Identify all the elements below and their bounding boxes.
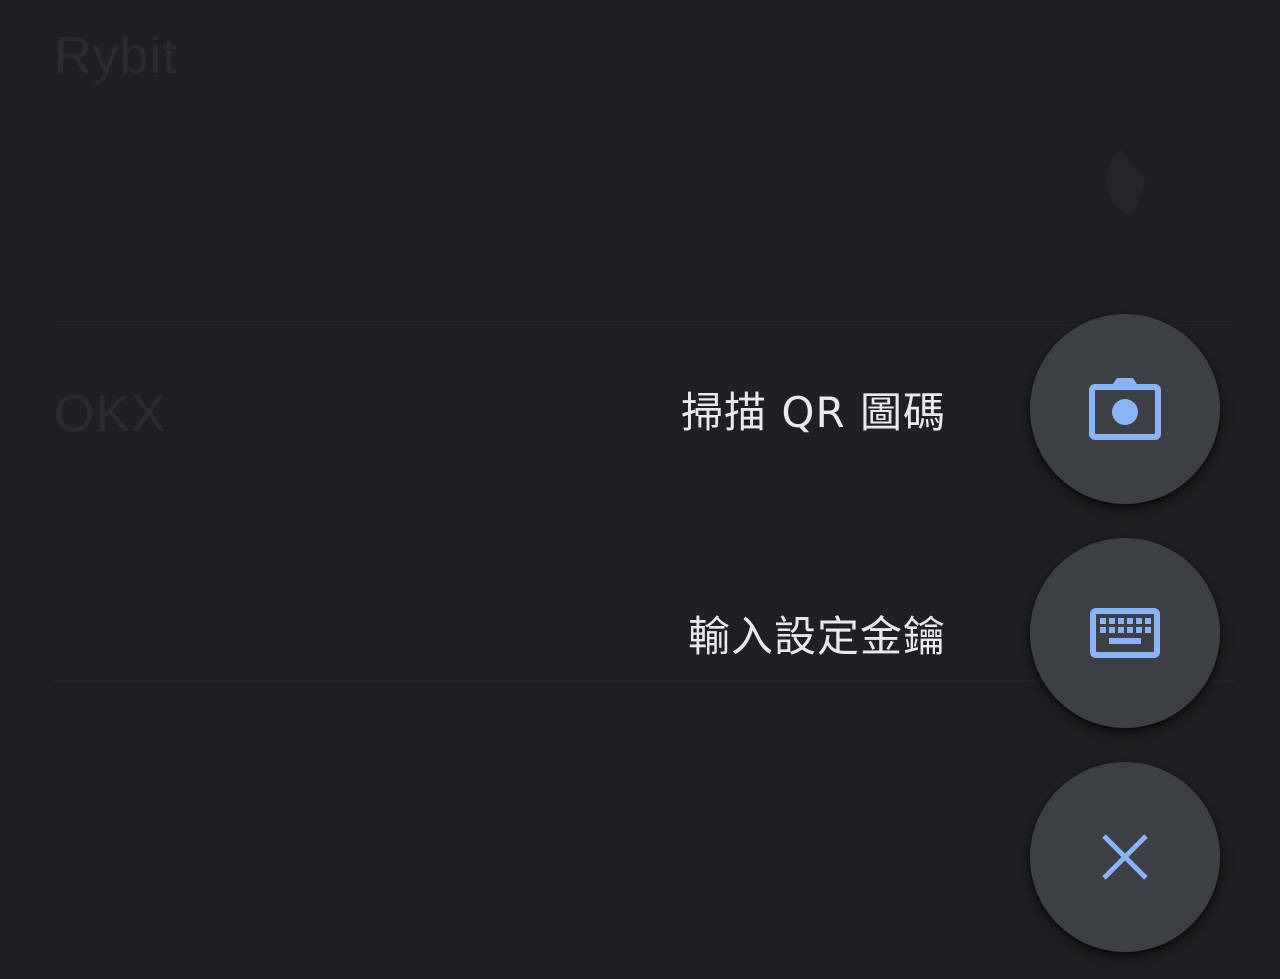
countdown-timer-icon — [1094, 128, 1198, 232]
account-name: Rybit — [54, 27, 178, 85]
scan-qr-button[interactable] — [1030, 314, 1220, 504]
enter-setup-key-label[interactable]: 輸入設定金鑰 — [688, 603, 946, 664]
close-icon — [1100, 832, 1150, 882]
keyboard-icon — [1090, 608, 1160, 658]
account-list-item[interactable]: Rybit — [0, 0, 1280, 326]
scan-qr-label[interactable]: 掃描 QR 圖碼 — [681, 379, 946, 440]
enter-setup-key-option[interactable]: 輸入設定金鑰 — [688, 538, 1220, 728]
camera-icon — [1089, 378, 1161, 440]
close-button[interactable] — [1030, 762, 1220, 952]
close-option[interactable] — [1030, 762, 1220, 952]
app-screen: Rybit OKX 掃描 QR 圖碼 輸入設定金鑰 — [0, 0, 1280, 979]
enter-setup-key-button[interactable] — [1030, 538, 1220, 728]
scan-qr-option[interactable]: 掃描 QR 圖碼 — [681, 314, 1220, 504]
account-name: OKX — [54, 385, 167, 443]
